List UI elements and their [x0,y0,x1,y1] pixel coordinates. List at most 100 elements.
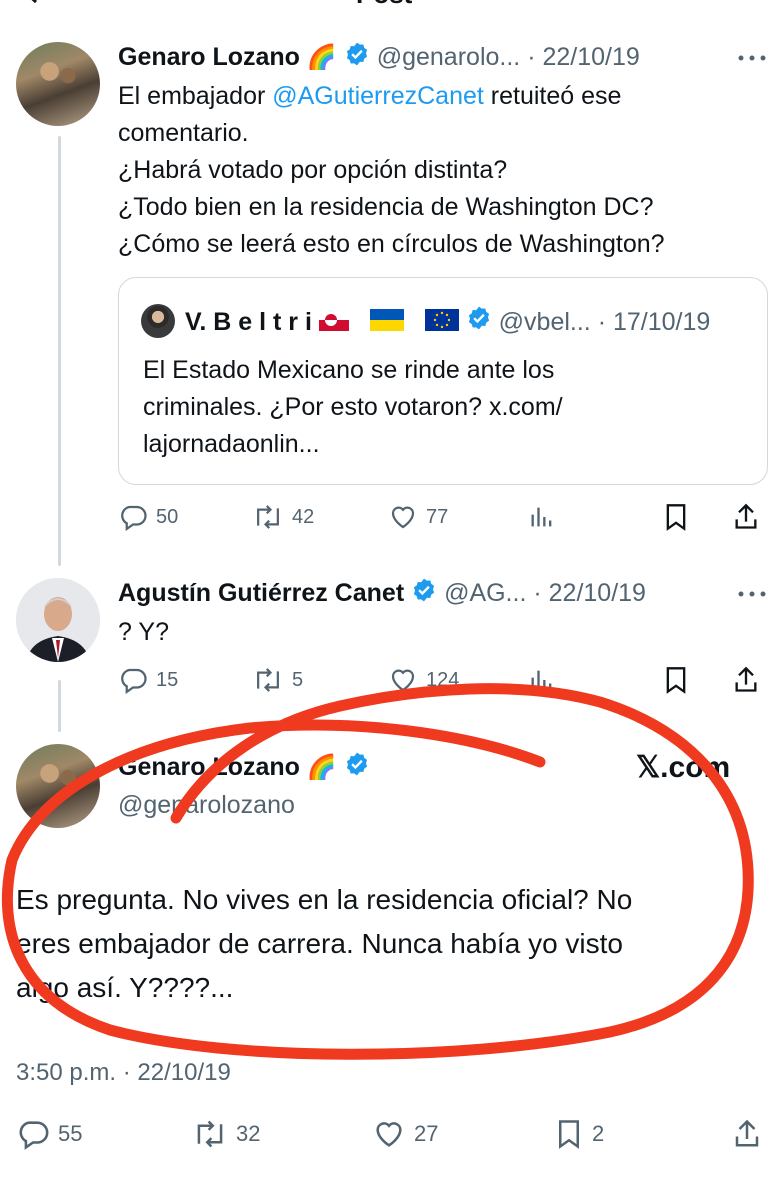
reply-button[interactable]: 50 [118,499,178,535]
quoted-tweet-card[interactable]: V. B e l t r i @vbel... · 17/10/19 El Es… [118,277,768,485]
author-name[interactable]: Agustín Gutiérrez Canet [118,579,404,607]
more-options-icon[interactable] [736,50,768,66]
quote-author-name: V. B e l t r i [185,308,312,336]
author-name[interactable]: Genaro Lozano [118,43,300,71]
reply-count: 55 [58,1121,83,1146]
text-line: comentario. [118,119,249,147]
repost-icon [257,668,279,692]
share-icon [735,503,757,529]
share-icon [735,1119,759,1147]
avatar[interactable] [16,578,100,662]
tweet-header: Agustín Gutiérrez Canet @AG... · 22/10/1… [118,576,646,610]
quote-author-handle: @vbel... [498,308,591,336]
ukraine-flag-icon [369,305,404,341]
verified-badge-icon [411,577,437,612]
tweet-actions: 55 32 27 2 [16,1114,766,1154]
share-icon [735,666,757,692]
text-line: eres embajador de carrera. Nunca había y… [16,928,623,959]
rainbow-emoji: 🌈 [306,44,337,71]
views-button[interactable] [528,499,556,535]
verified-badge-icon [344,41,370,76]
author-name[interactable]: Genaro Lozano [118,753,300,781]
repost-count: 42 [292,505,315,528]
tweet-text: El embajador @AGutierrezCanet retuiteó e… [118,78,665,263]
bookmark-button[interactable] [662,662,690,698]
views-button[interactable] [528,662,556,698]
tweet-header: Genaro Lozano 🌈 [118,750,370,784]
bookmark-icon [666,504,686,531]
reply-count: 50 [156,505,179,528]
tweet-text: ? Y? [118,618,169,646]
share-button[interactable] [732,662,760,698]
repost-button[interactable]: 5 [252,662,303,698]
repost-count: 32 [236,1121,261,1146]
like-count: 124 [426,668,460,691]
author-handle[interactable]: @genarolo... [377,43,521,71]
tweet-timestamp[interactable]: 3:50 p.m. · 22/10/19 [16,1058,231,1088]
reply-icon [19,1121,49,1150]
like-count: 77 [426,505,449,528]
heart-icon [391,669,415,692]
text-line: lajornadaonlin... [143,430,320,458]
tweet-text: Es pregunta. No vives en la residencia o… [16,878,632,1010]
more-options-icon[interactable] [736,586,768,602]
reply-button[interactable]: 15 [118,662,178,698]
reply-icon [121,505,147,532]
views-icon [531,670,552,690]
tweet-actions: 15 5 124 [118,662,758,698]
tweet-date[interactable]: · 22/10/19 [533,579,646,607]
text-line: ¿Cómo se leerá esto en círculos de Washi… [118,230,665,258]
reply-icon [121,668,147,695]
repost-button[interactable]: 42 [252,499,314,535]
like-button[interactable]: 27 [372,1114,438,1154]
like-button[interactable]: 124 [388,662,459,698]
tweet-date[interactable]: · 22/10/19 [527,43,640,71]
author-handle[interactable]: @genarolozano [118,788,295,822]
text-segment: El embajador [118,82,273,110]
heart-icon [376,1122,402,1147]
reply-button[interactable]: 55 [16,1114,82,1154]
text-line: ¿Todo bien en la residencia de Washingto… [118,193,654,221]
bookmark-button[interactable]: 2 [554,1114,604,1154]
quote-avatar [141,304,175,338]
tweet-header: Genaro Lozano 🌈 @genarolo... · 22/10/19 [118,40,640,74]
thread-connector [58,136,61,566]
quote-text: El Estado Mexicano se rinde ante los cri… [143,352,563,463]
avatar[interactable] [16,42,100,126]
verified-badge-icon [466,305,492,341]
text-line: criminales. ¿Por esto votaron? x.com/ [143,393,563,421]
share-button[interactable] [732,1114,762,1154]
x-brand-watermark: 𝕏.com [636,751,731,784]
tweet-actions: 50 42 77 [118,499,758,535]
like-count: 27 [414,1121,439,1146]
quote-header: V. B e l t r i @vbel... · 17/10/19 [185,304,710,340]
eu-flag-icon [424,305,459,341]
heart-icon [391,506,415,529]
text-line: algo así. Y????... [16,972,234,1003]
text-line: ¿Habrá votado por opción distinta? [118,156,508,184]
text-line: El Estado Mexicano se rinde ante los [143,356,555,384]
thread-connector [58,680,61,732]
rainbow-emoji: 🌈 [306,754,337,781]
top-back-arrow-icon[interactable] [18,0,48,8]
page-title: Post [356,0,412,8]
repost-button[interactable]: 32 [192,1114,260,1154]
text-line: Es pregunta. No vives en la residencia o… [16,884,633,915]
share-button[interactable] [732,499,760,535]
reply-count: 15 [156,668,179,691]
repost-icon [257,505,279,529]
quote-date: · 17/10/19 [597,308,711,336]
repost-count: 5 [292,668,304,691]
repost-icon [197,1120,223,1148]
like-button[interactable]: 77 [388,499,448,535]
text-segment: retuiteó ese [483,82,622,110]
bookmark-icon [559,1120,579,1149]
author-handle[interactable]: @AG... [444,579,526,607]
greenland-flag-icon [318,305,349,341]
verified-badge-icon [344,751,370,786]
views-icon [531,507,552,527]
avatar[interactable] [16,744,100,828]
bookmark-button[interactable] [662,499,690,535]
mention-link[interactable]: @AGutierrezCanet [272,82,484,110]
bookmark-count: 2 [592,1121,605,1146]
